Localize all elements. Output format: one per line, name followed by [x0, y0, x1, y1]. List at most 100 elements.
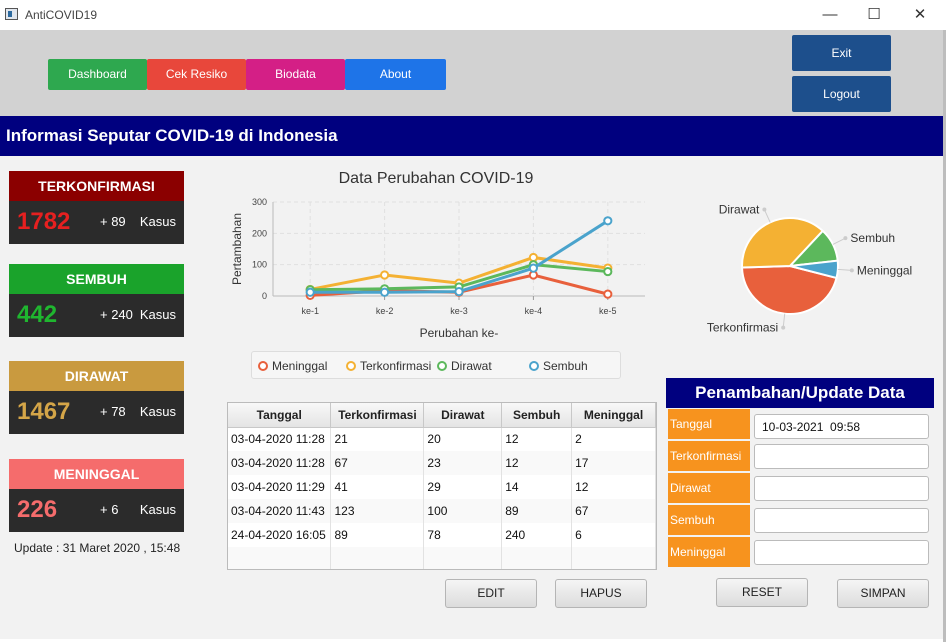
x-tick-label: ke-5: [599, 306, 617, 316]
card-value: 1467: [17, 398, 71, 425]
cell-dirawat: 23: [423, 451, 503, 475]
data-point-sembuh: [380, 287, 390, 297]
logout-button[interactable]: Logout: [792, 76, 891, 112]
data-table[interactable]: Tanggal Terkonfirmasi Dirawat Sembuh Men…: [227, 402, 657, 570]
card-body: 442 + 240 Kasus: [9, 294, 184, 337]
table-row[interactable]: 03-04-2020 11:28 67 23 12 17: [228, 451, 656, 475]
window-titlebar: AntiCOVID19 — ☐ ✕: [0, 0, 946, 30]
card-sembuh: SEMBUH 442 + 240 Kasus: [9, 264, 184, 337]
data-point-dirawat: [603, 266, 613, 277]
form-title: Penambahan/Update Data: [666, 378, 934, 408]
hapus-button[interactable]: HAPUS: [555, 579, 647, 608]
pie-label-line: [763, 209, 771, 223]
pie-label: Dirawat: [719, 203, 760, 217]
card-unit: Kasus: [139, 404, 176, 419]
cell-tanggal: 03-04-2020 11:28: [228, 427, 332, 451]
pie-label: Meninggal: [857, 263, 912, 277]
form-label-dirawat: Dirawat: [668, 473, 750, 503]
cell-sembuh: 89: [501, 499, 573, 523]
meninggal-field[interactable]: [754, 540, 929, 565]
maximize-icon[interactable]: ☐: [859, 4, 889, 26]
x-tick-label: ke-4: [525, 306, 543, 316]
cell-meninggal: 6: [571, 523, 656, 547]
minimize-icon[interactable]: —: [815, 4, 845, 26]
column-header[interactable]: Sembuh: [501, 403, 573, 428]
y-tick-label: 300: [252, 197, 267, 207]
page-title: Informasi Seputar COVID-19 di Indonesia: [0, 116, 943, 156]
simpan-button[interactable]: SIMPAN: [837, 579, 929, 608]
card-delta: + 78: [100, 404, 126, 419]
app-icon: [5, 8, 18, 20]
cell-sembuh: 12: [501, 451, 573, 475]
card-header: SEMBUH: [9, 264, 184, 294]
dirawat-field[interactable]: [754, 476, 929, 501]
top-nav-bar: Dashboard Cek Resiko Biodata About Exit …: [0, 30, 943, 116]
biodata-button[interactable]: Biodata: [246, 59, 345, 90]
column-header[interactable]: Meninggal: [571, 403, 656, 428]
pie-label-line: [837, 268, 852, 271]
pie-chart: Terkonfirmasi Dirawat Sembuh Meninggal: [707, 203, 912, 335]
card-unit: Kasus: [139, 214, 176, 229]
chart-title: Data Perubahan COVID-19: [338, 170, 534, 187]
close-icon[interactable]: ✕: [905, 4, 935, 26]
card-meninggal: MENINGGAL 226 + 6 Kasus: [9, 459, 184, 532]
exit-button[interactable]: Exit: [792, 35, 891, 71]
about-button[interactable]: About: [345, 59, 446, 90]
card-unit: Kasus: [139, 307, 176, 322]
edit-button[interactable]: EDIT: [445, 579, 537, 608]
column-header[interactable]: Dirawat: [423, 403, 503, 428]
window-title: AntiCOVID19: [25, 8, 98, 22]
column-header[interactable]: Tanggal: [228, 403, 332, 428]
x-tick-label: ke-3: [450, 306, 468, 316]
tanggal-field[interactable]: [754, 414, 929, 439]
data-point-terkonfirmasi: [528, 252, 538, 263]
legend-label: Dirawat: [451, 359, 492, 373]
pie-label: Sembuh: [850, 231, 895, 245]
cell-tanggal: 03-04-2020 11:28: [228, 451, 332, 475]
card-delta: + 89: [100, 214, 126, 229]
pie-label-dot: [843, 236, 848, 241]
card-dirawat: DIRAWAT 1467 + 78 Kasus: [9, 361, 184, 434]
y-axis-label: Pertambahan: [230, 213, 244, 285]
table-row[interactable]: 03-04-2020 11:43 123 100 89 67: [228, 499, 656, 523]
column-header[interactable]: Terkonfirmasi: [330, 403, 425, 428]
y-tick-label: 0: [262, 291, 267, 301]
table-header-row: Tanggal Terkonfirmasi Dirawat Sembuh Men…: [228, 403, 656, 428]
cell-meninggal: 12: [571, 475, 656, 499]
card-body: 1782 + 89 Kasus: [9, 201, 184, 244]
form-label-sembuh: Sembuh: [668, 505, 750, 535]
cell-terkonfirmasi: 21: [330, 427, 425, 451]
terkonfirmasi-field[interactable]: [754, 444, 929, 469]
form-label-meninggal: Meninggal: [668, 537, 750, 567]
cell-sembuh: 14: [501, 475, 573, 499]
card-delta: + 6: [100, 502, 119, 517]
y-tick-label: 200: [252, 228, 267, 238]
x-tick-label: ke-1: [301, 306, 319, 316]
data-point-terkonfirmasi: [380, 270, 390, 280]
pie-label-line: [832, 237, 846, 245]
update-timestamp: Update : 31 Maret 2020 , 15:48: [14, 541, 181, 555]
cell-sembuh: 12: [501, 427, 573, 451]
table-row[interactable]: 03-04-2020 11:29 41 29 14 12: [228, 475, 656, 499]
legend-marker: [437, 361, 447, 371]
cek-resiko-button[interactable]: Cek Resiko: [147, 59, 246, 90]
card-body: 1467 + 78 Kasus: [9, 391, 184, 434]
y-tick-label: 100: [252, 260, 267, 270]
card-value: 442: [17, 301, 58, 328]
legend-label: Meninggal: [272, 359, 328, 373]
main-content: TERKONFIRMASI 1782 + 89 Kasus SEMBUH 442…: [0, 156, 943, 639]
legend-marker: [258, 361, 268, 371]
x-tick-label: ke-2: [376, 306, 394, 316]
sembuh-field[interactable]: [754, 508, 929, 533]
reset-button[interactable]: RESET: [716, 578, 808, 607]
x-axis-label: Perubahan ke-: [420, 326, 499, 340]
legend-label: Terkonfirmasi: [360, 359, 432, 373]
table-row[interactable]: 03-04-2020 11:28 21 20 12 2: [228, 427, 656, 451]
cell-sembuh: 240: [501, 523, 573, 547]
cell-terkonfirmasi: 89: [330, 523, 425, 547]
cell-meninggal: 17: [571, 451, 656, 475]
dashboard-button[interactable]: Dashboard: [48, 59, 147, 90]
table-row[interactable]: 24-04-2020 16:05 89 78 240 6: [228, 523, 656, 547]
cell-terkonfirmasi: 67: [330, 451, 425, 475]
cell-dirawat: 78: [423, 523, 503, 547]
